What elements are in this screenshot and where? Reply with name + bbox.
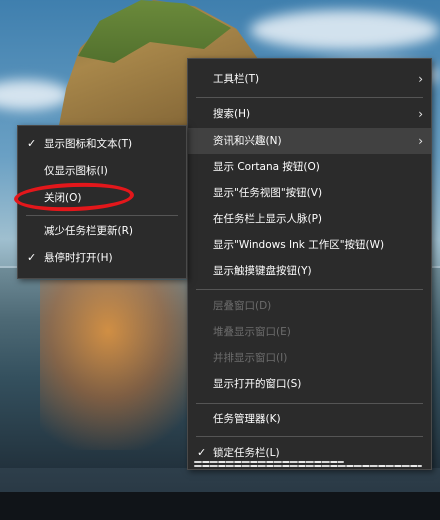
chevron-right-icon: ›	[418, 72, 423, 86]
menu-separator	[26, 215, 178, 216]
submenu-item-open-on-hover[interactable]: ✓ 悬停时打开(H)	[18, 245, 186, 271]
menu-item-search[interactable]: 搜索(H) ›	[188, 101, 431, 127]
submenu-item-show-icon-only[interactable]: 仅显示图标(I)	[18, 158, 186, 184]
taskbar[interactable]	[0, 492, 440, 520]
menu-item-task-manager[interactable]: 任务管理器(K)	[188, 406, 431, 432]
submenu-item-show-icon-and-text[interactable]: ✓ 显示图标和文本(T)	[18, 131, 186, 157]
taskbar-context-menu: 工具栏(T) › 搜索(H) › 资讯和兴趣(N) › 显示 Cortana 按…	[187, 58, 432, 470]
menu-item-toolbars[interactable]: 工具栏(T) ›	[188, 66, 431, 92]
check-icon: ✓	[27, 251, 37, 264]
menu-item-show-cortana-button[interactable]: 显示 Cortana 按钮(O)	[188, 154, 431, 180]
menu-separator	[196, 97, 423, 98]
menu-separator	[196, 403, 423, 404]
menu-item-show-touch-keyboard-button[interactable]: 显示触摸键盘按钮(Y)	[188, 258, 431, 284]
redacted-scribble	[188, 451, 431, 475]
menu-item-cascade-windows[interactable]: 层叠窗口(D)	[188, 293, 431, 319]
chevron-right-icon: ›	[418, 107, 423, 121]
menu-item-stack-windows[interactable]: 堆叠显示窗口(E)	[188, 319, 431, 345]
menu-item-show-people[interactable]: 在任务栏上显示人脉(P)	[188, 206, 431, 232]
menu-item-show-task-view-button[interactable]: 显示"任务视图"按钮(V)	[188, 180, 431, 206]
menu-item-side-by-side-windows[interactable]: 并排显示窗口(I)	[188, 345, 431, 371]
submenu-item-reduce-taskbar-updates[interactable]: 减少任务栏更新(R)	[18, 218, 186, 244]
menu-separator	[196, 289, 423, 290]
menu-item-show-windows-ink-button[interactable]: 显示"Windows Ink 工作区"按钮(W)	[188, 232, 431, 258]
menu-item-news-and-interests[interactable]: 资讯和兴趣(N) ›	[188, 128, 431, 154]
check-icon: ✓	[27, 137, 37, 150]
menu-separator	[196, 436, 423, 437]
chevron-right-icon: ›	[418, 134, 423, 148]
menu-item-show-desktop[interactable]: 显示打开的窗口(S)	[188, 371, 431, 397]
